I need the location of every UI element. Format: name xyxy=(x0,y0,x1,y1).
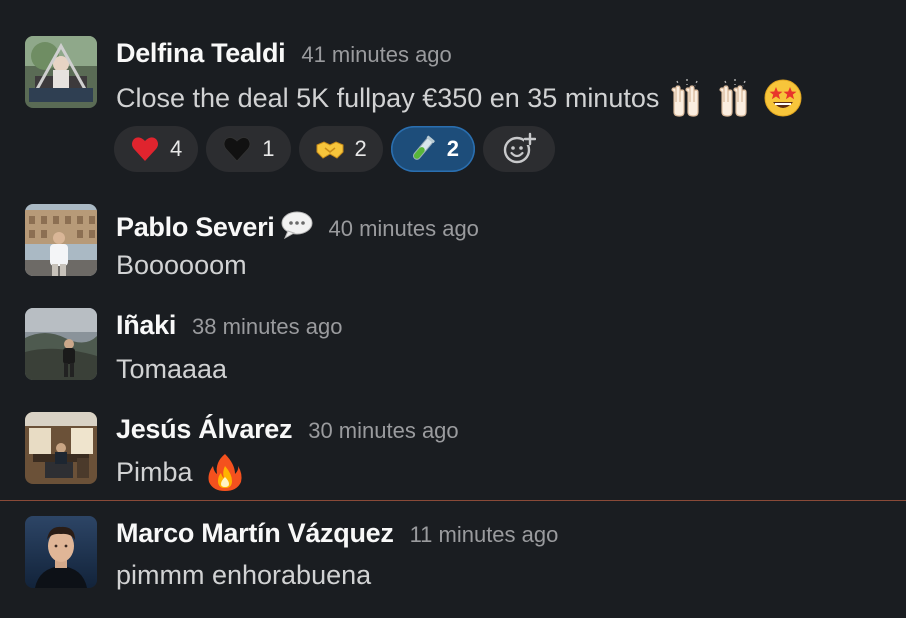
handshake-icon xyxy=(315,134,345,164)
message-text: Tomaaaa xyxy=(116,354,228,384)
message-thread: Delfina Tealdi 41 minutes ago Close the … xyxy=(0,0,906,618)
message-body: pimmm enhorabuena xyxy=(116,560,371,591)
timestamp[interactable]: 41 minutes ago xyxy=(301,42,451,68)
reaction-test-tube[interactable]: 2 xyxy=(390,126,475,172)
reactions-bar: 4 1 2 2 xyxy=(114,126,555,172)
reaction-black-heart[interactable]: 1 xyxy=(206,126,291,172)
reaction-handshake[interactable]: 2 xyxy=(298,126,383,172)
heart-icon xyxy=(130,134,160,164)
message-body: Pimba xyxy=(116,452,247,492)
black-heart-icon xyxy=(222,134,252,164)
avatar[interactable] xyxy=(25,516,97,588)
reaction-count: 2 xyxy=(354,136,367,161)
author-name[interactable]: Iñaki xyxy=(116,310,176,341)
reaction-heart[interactable]: 4 xyxy=(114,126,199,172)
message-text: Pimba xyxy=(116,456,193,487)
avatar[interactable] xyxy=(25,36,97,108)
author-name[interactable]: Pablo Severi xyxy=(116,212,275,243)
reaction-count: 2 xyxy=(446,136,459,161)
author-name[interactable]: Delfina Tealdi xyxy=(116,38,286,69)
message-text: Boooooom xyxy=(116,250,247,280)
test-tube-icon xyxy=(407,134,437,164)
fire-icon xyxy=(203,452,247,492)
reaction-count: 1 xyxy=(262,136,275,161)
add-reaction-button[interactable] xyxy=(483,126,555,172)
message-body: Close the deal 5K fullpay €350 en 35 min… xyxy=(116,78,805,118)
speech-bubble-icon[interactable] xyxy=(280,210,314,240)
message-text: pimmm enhorabuena xyxy=(116,560,372,590)
star-struck-icon xyxy=(761,78,805,118)
raised-hands-icon xyxy=(713,78,757,118)
raised-hands-icon xyxy=(665,78,709,118)
timestamp[interactable]: 40 minutes ago xyxy=(328,216,478,242)
add-emoji-icon xyxy=(503,132,536,164)
message-body: Tomaaaa xyxy=(116,354,227,385)
message-text: Close the deal 5K fullpay €350 en 35 min… xyxy=(116,82,660,113)
avatar[interactable] xyxy=(25,412,97,484)
avatar[interactable] xyxy=(25,204,97,276)
new-messages-divider xyxy=(0,500,906,501)
avatar[interactable] xyxy=(25,308,97,380)
reaction-count: 4 xyxy=(170,136,183,161)
timestamp[interactable]: 11 minutes ago xyxy=(410,522,559,548)
timestamp[interactable]: 38 minutes ago xyxy=(192,314,342,340)
timestamp[interactable]: 30 minutes ago xyxy=(308,418,458,444)
author-name[interactable]: Marco Martín Vázquez xyxy=(116,518,394,549)
author-name[interactable]: Jesús Álvarez xyxy=(116,414,293,445)
message-body: Boooooom xyxy=(116,250,247,281)
